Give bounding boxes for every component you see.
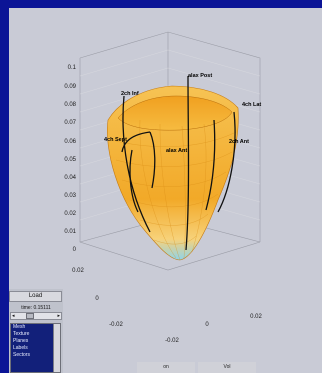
- z-axis: 0.1 0.09 0.08 0.07 0.06 0.05 0.04 0.03 0…: [64, 65, 76, 253]
- heart-surface[interactable]: [107, 75, 239, 261]
- tab-on[interactable]: on: [137, 362, 195, 373]
- label-2ch-inf: 2ch Inf: [121, 91, 139, 97]
- label-2ch-ant: 2ch Ant: [229, 139, 249, 145]
- label-4ch-lat: 4ch Lat: [242, 102, 261, 108]
- time-readout: time: 0.15111: [21, 305, 51, 311]
- tab-vol[interactable]: Vol: [198, 362, 256, 373]
- time-slider[interactable]: ◂ ▸: [10, 312, 62, 320]
- slider-left-arrow-icon[interactable]: ◂: [12, 312, 15, 320]
- slider-right-arrow-icon[interactable]: ▸: [57, 312, 60, 320]
- z-tick: 0.06: [64, 139, 76, 145]
- x-axis: 0.02 0 -0.02: [72, 268, 123, 328]
- load-button[interactable]: Load: [9, 291, 62, 302]
- z-tick: 0: [73, 247, 77, 253]
- y-tick: -0.02: [165, 338, 179, 344]
- z-tick: 0.09: [64, 84, 76, 90]
- y-axis: -0.02 0 0.02: [165, 314, 262, 344]
- x-tick: 0: [95, 296, 99, 302]
- x-tick: 0.02: [72, 268, 84, 274]
- z-tick: 0.05: [64, 157, 76, 163]
- z-tick: 0.07: [64, 120, 76, 126]
- y-tick: 0: [205, 322, 209, 328]
- z-tick: 0.1: [68, 65, 77, 71]
- list-scrollbar[interactable]: [53, 324, 60, 372]
- z-tick: 0.02: [64, 211, 76, 217]
- y-tick: 0.02: [250, 314, 262, 320]
- z-tick: 0.03: [64, 193, 76, 199]
- label-alax-post: alax Post: [188, 73, 212, 79]
- z-tick: 0.08: [64, 102, 76, 108]
- z-tick: 0.04: [64, 175, 76, 181]
- z-tick: 0.01: [64, 229, 76, 235]
- display-options-list[interactable]: Mesh Texture Planes Labels Sectors: [10, 323, 61, 373]
- label-alax-ant: alax Ant: [166, 148, 187, 154]
- x-tick: -0.02: [109, 322, 123, 328]
- label-4ch-sept: 4ch Sept: [104, 137, 127, 143]
- slider-thumb[interactable]: [26, 313, 34, 319]
